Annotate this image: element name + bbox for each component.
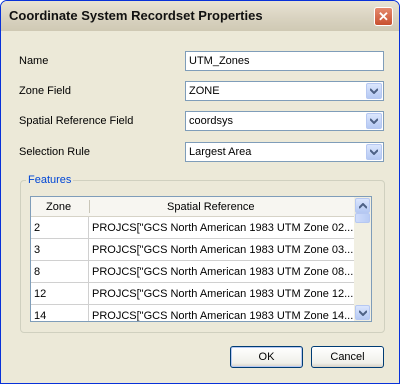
table-row[interactable]: 8 PROJCS["GCS North American 1983 UTM Zo…: [31, 261, 354, 283]
selection-rule-select[interactable]: Largest Area: [185, 142, 384, 162]
zone-cell: 14: [31, 305, 89, 321]
dialog-title: Coordinate System Recordset Properties: [9, 8, 263, 23]
vertical-scrollbar[interactable]: [354, 197, 371, 321]
ok-button[interactable]: OK: [230, 346, 303, 368]
table-row[interactable]: 2 PROJCS["GCS North American 1983 UTM Zo…: [31, 217, 354, 239]
zone-cell: 8: [31, 261, 89, 283]
features-group-title: Features: [26, 174, 74, 186]
spatial-reference-cell: PROJCS["GCS North American 1983 UTM Zone…: [89, 217, 354, 239]
spatial-reference-field-label: Spatial Reference Field: [19, 115, 134, 127]
column-header-zone[interactable]: Zone: [46, 201, 71, 213]
features-table[interactable]: Zone Spatial Reference 2 PROJCS["GCS Nor…: [30, 196, 372, 322]
spatial-reference-cell: PROJCS["GCS North American 1983 UTM Zone…: [89, 261, 354, 283]
selection-rule-label: Selection Rule: [19, 146, 90, 158]
table-row[interactable]: 3 PROJCS["GCS North American 1983 UTM Zo…: [31, 239, 354, 261]
scroll-down-button[interactable]: [355, 305, 370, 320]
column-header-spatial-reference[interactable]: Spatial Reference: [167, 201, 254, 213]
spatial-reference-dropdown-button[interactable]: [366, 113, 382, 129]
chevron-down-icon: [370, 149, 378, 155]
column-divider[interactable]: [89, 200, 90, 213]
dialog-window: Coordinate System Recordset Properties ✕…: [0, 0, 400, 384]
selection-rule-value: Largest Area: [189, 146, 252, 158]
table-header: Zone Spatial Reference: [31, 197, 354, 217]
name-input-value: UTM_Zones: [189, 55, 250, 67]
selection-rule-dropdown-button[interactable]: [366, 144, 382, 160]
close-icon: ✕: [378, 9, 389, 24]
chevron-down-icon: [370, 118, 378, 124]
cancel-button[interactable]: Cancel: [311, 346, 384, 368]
table-row[interactable]: 14 PROJCS["GCS North American 1983 UTM Z…: [31, 305, 354, 321]
chevron-down-icon: [359, 310, 367, 316]
zone-field-value: ZONE: [189, 85, 220, 97]
spatial-reference-field-select[interactable]: coordsys: [185, 111, 384, 131]
scroll-thumb[interactable]: [355, 213, 370, 223]
title-bar[interactable]: Coordinate System Recordset Properties ✕: [1, 1, 399, 31]
table-row[interactable]: 12 PROJCS["GCS North American 1983 UTM Z…: [31, 283, 354, 305]
name-label: Name: [19, 55, 49, 67]
zone-field-label: Zone Field: [19, 85, 71, 97]
spatial-reference-field-value: coordsys: [189, 115, 234, 127]
zone-cell: 2: [31, 217, 89, 239]
spatial-reference-cell: PROJCS["GCS North American 1983 UTM Zone…: [89, 239, 354, 261]
zone-cell: 12: [31, 283, 89, 305]
zone-cell: 3: [31, 239, 89, 261]
spatial-reference-cell: PROJCS["GCS North American 1983 UTM Zone…: [89, 305, 354, 321]
chevron-up-icon: [359, 203, 367, 209]
chevron-down-icon: [370, 88, 378, 94]
zone-field-select[interactable]: ZONE: [185, 81, 384, 101]
spatial-reference-cell: PROJCS["GCS North American 1983 UTM Zone…: [89, 283, 354, 305]
zone-field-dropdown-button[interactable]: [366, 83, 382, 99]
scroll-up-button[interactable]: [355, 198, 370, 213]
close-button[interactable]: ✕: [374, 7, 393, 26]
name-input[interactable]: UTM_Zones: [185, 51, 384, 71]
